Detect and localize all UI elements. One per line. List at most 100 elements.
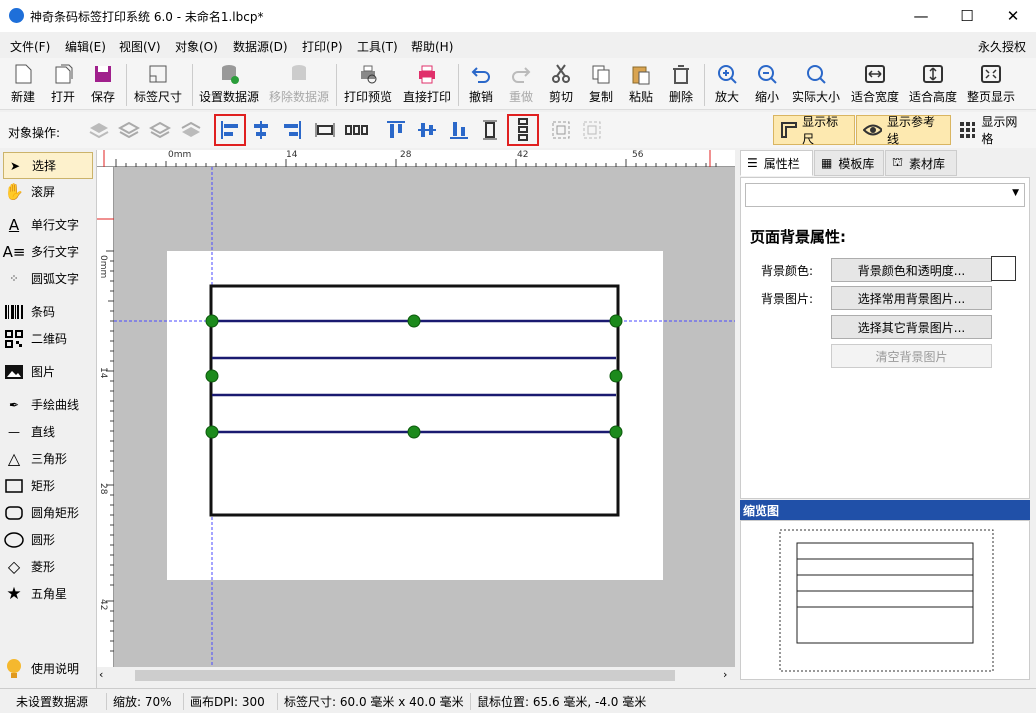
tab-templates[interactable]: ▦ 模板库 <box>814 150 884 176</box>
tool-multi-line-text[interactable]: A≡ 多行文字 <box>3 238 93 265</box>
tool-line[interactable]: — 直线 <box>3 418 93 445</box>
minimize-button[interactable]: — <box>898 0 944 32</box>
scroll-left-icon[interactable]: ‹ <box>99 668 103 681</box>
align-bottom-icon[interactable] <box>447 118 471 142</box>
undo-icon <box>471 67 490 83</box>
design-canvas[interactable] <box>114 167 735 667</box>
tool-rectangle[interactable]: 矩形 <box>3 472 93 499</box>
menu-object[interactable]: 对象(O) <box>175 38 218 55</box>
copy-button[interactable]: 复制 <box>582 60 620 108</box>
menu-print[interactable]: 打印(P) <box>302 38 343 55</box>
tool-select[interactable]: ➤ 选择 <box>3 152 93 179</box>
zoom-out-button[interactable]: 缩小 <box>748 60 786 108</box>
redo-button[interactable]: 重做 <box>502 60 540 108</box>
fit-page-button[interactable]: 整页显示 <box>964 60 1018 108</box>
tool-star[interactable]: ★ 五角星 <box>3 580 93 607</box>
distribute-horizontal-icon[interactable] <box>344 118 368 142</box>
maximize-button[interactable]: ☐ <box>944 0 990 32</box>
remove-datasource-button[interactable]: 移除数据源 <box>266 60 332 108</box>
label-size-button[interactable]: 标签尺寸 <box>130 60 186 108</box>
horizontal-scrollbar[interactable]: ‹ › <box>97 667 735 684</box>
library-icon: ⛫ <box>892 155 904 169</box>
printer-icon <box>419 65 435 84</box>
tool-rounded-rectangle[interactable]: 圆角矩形 <box>3 499 93 526</box>
ungroup-icon[interactable] <box>580 118 604 142</box>
fit-width-button[interactable]: 适合宽度 <box>848 60 902 108</box>
tool-image[interactable]: 图片 <box>3 358 93 385</box>
save-button[interactable]: 保存 <box>84 60 122 108</box>
clear-bg-button[interactable]: 清空背景图片 <box>831 344 992 368</box>
object-toolbar: 对象操作: 显示标尺 显示参考线 显示网格 <box>0 112 1036 148</box>
tab-assets[interactable]: ⛫ 素材库 <box>885 150 957 176</box>
delete-button[interactable]: 删除 <box>662 60 700 108</box>
bg-color-swatch[interactable] <box>991 256 1016 281</box>
selection-handle <box>407 314 421 328</box>
ruler-top-label-0: 0mm <box>168 150 192 160</box>
align-left-icon[interactable] <box>214 114 246 146</box>
rectangle-icon <box>3 478 25 493</box>
tool-triangle[interactable]: △ 三角形 <box>3 445 93 472</box>
fit-height-button[interactable]: 适合高度 <box>906 60 960 108</box>
scroll-right-icon[interactable]: › <box>723 668 727 681</box>
tool-diamond[interactable]: ◇ 菱形 <box>3 553 93 580</box>
align-top-icon[interactable] <box>384 118 408 142</box>
align-center-icon[interactable] <box>249 118 273 142</box>
barcode-icon <box>3 304 25 320</box>
direct-print-button[interactable]: 直接打印 <box>400 60 454 108</box>
selection-handle <box>609 425 623 439</box>
set-datasource-button[interactable]: 设置数据源 <box>196 60 262 108</box>
distribute-height-icon[interactable] <box>478 118 502 142</box>
menu-tools[interactable]: 工具(T) <box>357 38 398 55</box>
show-guides-toggle[interactable]: 显示参考线 <box>856 115 951 146</box>
cut-button[interactable]: 剪切 <box>542 60 580 108</box>
align-right-icon[interactable] <box>280 118 304 142</box>
group-icon[interactable] <box>549 118 573 142</box>
property-panel: ☰ 属性栏 ▦ 模板库 ⛫ 素材库 ▼ 页面背景属性: 背景颜色: 背景颜色和透明度.… <box>737 150 1036 688</box>
tool-barcode[interactable]: 条码 <box>3 298 93 325</box>
tool-single-line-text[interactable]: A 单行文字 <box>3 211 93 238</box>
menu-view[interactable]: 视图(V) <box>119 38 161 55</box>
send-backward-icon[interactable] <box>148 118 172 142</box>
select-common-bg-button[interactable]: 选择常用背景图片... <box>831 286 992 310</box>
menu-file[interactable]: 文件(F) <box>10 38 50 55</box>
thumbnail-preview[interactable] <box>741 521 1031 681</box>
object-select-dropdown[interactable]: ▼ <box>745 183 1025 207</box>
triangle-icon: △ <box>7 449 21 468</box>
send-to-back-icon[interactable] <box>179 118 203 142</box>
align-middle-icon[interactable] <box>415 118 439 142</box>
selection-handle <box>205 425 219 439</box>
menu-edit[interactable]: 编辑(E) <box>65 38 106 55</box>
zoom-in-button[interactable]: 放大 <box>708 60 746 108</box>
template-icon: ▦ <box>821 156 833 170</box>
tool-qrcode[interactable]: 二维码 <box>3 325 93 352</box>
show-grid-toggle[interactable]: 显示网格 <box>952 115 1032 146</box>
scrollbar-thumb[interactable] <box>135 670 675 681</box>
trash-icon <box>673 65 689 84</box>
open-button[interactable]: 打开 <box>44 60 82 108</box>
close-button[interactable]: ✕ <box>990 0 1036 32</box>
print-preview-button[interactable]: 打印预览 <box>340 60 396 108</box>
multiline-text-icon: A≡ <box>2 242 26 261</box>
show-ruler-toggle[interactable]: 显示标尺 <box>773 115 855 146</box>
bring-forward-icon[interactable] <box>117 118 141 142</box>
distribute-vertical-icon[interactable] <box>507 114 539 146</box>
tool-freehand[interactable]: ✒ 手绘曲线 <box>3 391 93 418</box>
undo-button[interactable]: 撤销 <box>462 60 500 108</box>
menu-help[interactable]: 帮助(H) <box>411 38 453 55</box>
menu-datasource[interactable]: 数据源(D) <box>233 38 288 55</box>
new-button[interactable]: 新建 <box>4 60 42 108</box>
new-file-icon <box>15 64 32 84</box>
select-other-bg-button[interactable]: 选择其它背景图片... <box>831 315 992 339</box>
open-file-icon <box>55 64 73 84</box>
actual-size-button[interactable]: 实际大小 <box>788 60 844 108</box>
scissors-icon <box>552 64 570 83</box>
tool-arc-text[interactable]: ⁘ 圆弧文字 <box>3 265 93 292</box>
distribute-width-icon[interactable] <box>313 118 337 142</box>
help-button[interactable]: 使用说明 <box>3 655 93 682</box>
bring-to-front-icon[interactable] <box>87 118 111 142</box>
tool-circle[interactable]: 圆形 <box>3 526 93 553</box>
paste-button[interactable]: 粘贴 <box>622 60 660 108</box>
tab-properties[interactable]: ☰ 属性栏 <box>740 150 813 176</box>
tool-pan[interactable]: ✋ 滚屏 <box>3 178 93 205</box>
bg-color-button[interactable]: 背景颜色和透明度... <box>831 258 992 282</box>
